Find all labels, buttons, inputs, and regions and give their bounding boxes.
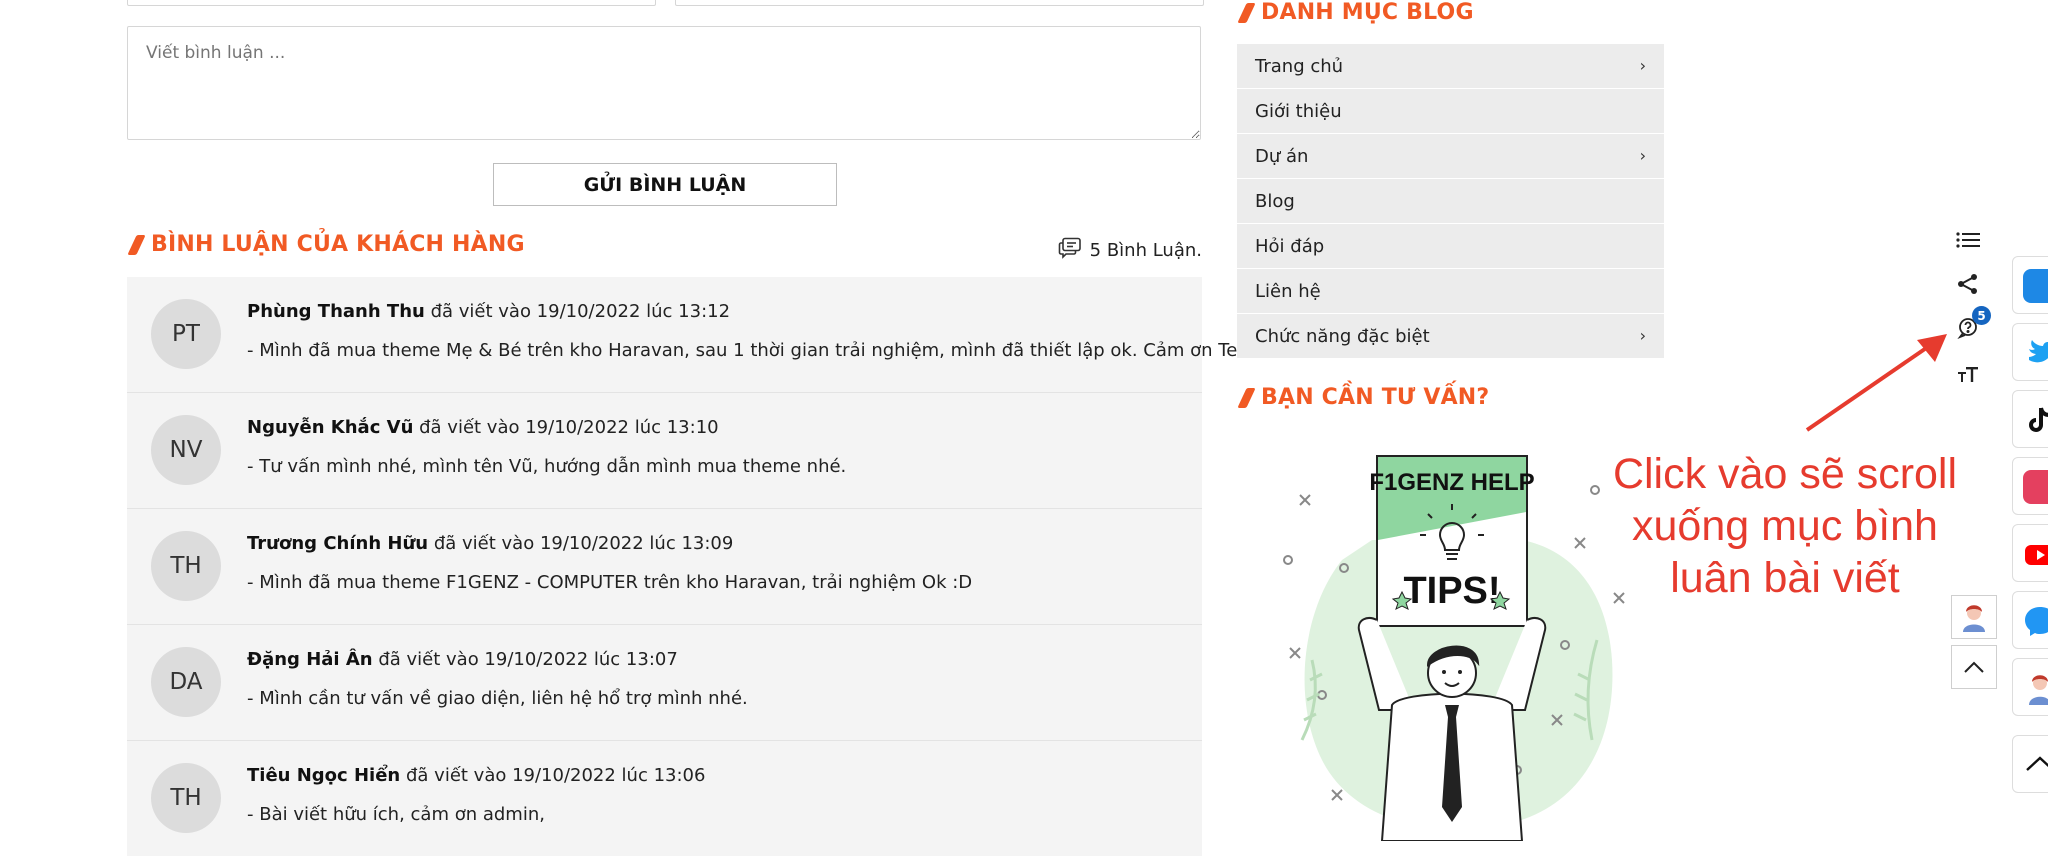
chevron-right-icon: › [1639,56,1646,75]
menu-item-trang-chu[interactable]: Trang chủ › [1237,44,1664,89]
comment-author: Phùng Thanh Thu [247,301,425,322]
scroll-top-button[interactable] [1951,645,1997,689]
comment-header: Phùng Thanh Thu đã viết vào 19/10/2022 l… [247,301,730,322]
comment-count-text: 5 Bình Luận. [1089,240,1202,261]
tiktok-button[interactable] [2012,390,2048,448]
submit-comment-button[interactable]: GỬI BÌNH LUẬN [493,163,837,206]
comment-text: - Mình đã mua theme F1GENZ - COMPUTER tr… [247,572,973,593]
comment-item: TH Trương Chính Hữu đã viết vào 19/10/20… [127,509,1202,625]
comment-header: Tiêu Ngọc Hiển đã viết vào 19/10/2022 lú… [247,765,705,786]
comment-header: Trương Chính Hữu đã viết vào 19/10/2022 … [247,533,733,554]
chevron-right-icon: › [1639,146,1646,165]
scroll-top-side-button[interactable] [2012,735,2048,793]
chevron-up-icon [1964,661,1984,673]
menu-item-gioi-thieu[interactable]: Giới thiệu [1237,89,1664,134]
chevron-right-icon: › [1639,326,1646,345]
heading-slash-icon [1237,387,1256,408]
comment-item: PT Phùng Thanh Thu đã viết vào 19/10/202… [127,277,1272,393]
instagram-icon [2023,470,2048,504]
menu-item-label: Trang chủ [1255,55,1344,77]
avatar: TH [151,763,221,833]
youtube-icon [2023,537,2048,571]
comment-bubble-icon [1058,237,1082,264]
comment-item: DA Đặng Hải Ân đã viết vào 19/10/2022 lú… [127,625,1202,741]
comments-heading: BÌNH LUẬN CỦA KHÁCH HÀNG [127,232,525,257]
avatar: TH [151,531,221,601]
comment-author: Đặng Hải Ân [247,649,373,670]
menu-item-lien-he[interactable]: Liên hệ [1237,269,1664,314]
heading-slash-icon [1237,2,1256,23]
text-size-icon[interactable] [1954,360,1982,388]
comment-meta: đã viết vào 19/10/2022 lúc 13:07 [378,649,678,670]
menu-item-label: Chức năng đặc biệt [1255,325,1430,347]
blog-category-menu: Trang chủ › Giới thiệu Dự án › Blog Hỏi đá… [1237,44,1664,359]
comment-textarea[interactable] [127,26,1201,140]
scroll-top-icon [2023,748,2048,782]
messenger-button[interactable] [2012,591,2048,649]
sign-bottom-text: TIPS! [1403,570,1500,612]
blog-categories-heading: DANH MỤC BLOG [1237,0,1474,25]
list-icon[interactable] [1954,226,1982,254]
menu-item-label: Giới thiệu [1255,100,1342,122]
menu-item-label: Blog [1255,190,1295,212]
share-icon[interactable] [1954,270,1982,298]
zalo-button[interactable] [2012,256,2048,314]
comment-count: 5 Bình Luận. [1058,237,1202,264]
twitter-button[interactable] [2012,323,2048,381]
avatar: PT [151,299,221,369]
annotation-arrow [1805,334,1947,432]
comment-text: - Mình cần tư vấn về giao diện, liên hệ … [247,688,748,709]
comment-badge: 5 [1972,306,1991,325]
comment-author: Tiêu Ngọc Hiển [247,765,401,786]
support-avatar-icon [1963,605,1985,632]
comment-meta: đã viết vào 19/10/2022 lúc 13:09 [433,533,734,554]
menu-item-hoi-dap[interactable]: Hỏi đáp [1237,224,1664,269]
comments-heading-text: BÌNH LUẬN CỦA KHÁCH HÀNG [151,232,525,257]
comment-meta: đã viết vào 19/10/2022 lúc 13:12 [430,301,731,322]
annotation-text: Click vào sẽ scroll xuống mục bình luân … [1612,450,1958,602]
support-avatar-icon [2023,671,2048,705]
comment-text: - Mình đã mua theme Mẹ & Bé trên kho Har… [247,340,1272,361]
youtube-button[interactable] [2012,524,2048,582]
blog-categories-heading-text: DANH MỤC BLOG [1261,0,1474,25]
comment-author: Trương Chính Hữu [247,533,429,554]
instagram-button[interactable] [2012,457,2048,515]
tiktok-icon [2023,403,2048,437]
menu-item-label: Hỏi đáp [1255,235,1325,257]
menu-item-du-an[interactable]: Dự án › [1237,134,1664,179]
comment-text: - Tư vấn mình nhé, mình tên Vũ, hướng dẫ… [247,456,847,477]
menu-item-label: Dự án [1255,145,1309,167]
messenger-icon [2023,604,2048,638]
comment-header: Đặng Hải Ân đã viết vào 19/10/2022 lúc 1… [247,649,678,670]
comment-author: Nguyễn Khắc Vũ [247,417,414,438]
consult-heading-text: BẠN CẦN TƯ VẤN? [1261,385,1490,410]
heading-slash-icon [127,234,146,255]
comment-item: NV Nguyễn Khắc Vũ đã viết vào 19/10/2022… [127,393,1202,509]
avatar: NV [151,415,221,485]
name-input[interactable] [127,0,656,6]
consult-heading: BẠN CẦN TƯ VẤN? [1237,385,1490,410]
support-avatar-button[interactable] [1951,595,1997,639]
support-avatar-side-button[interactable] [2012,658,2048,716]
comment-text: - Bài viết hữu ích, cảm ơn admin, [247,804,545,825]
menu-item-label: Liên hệ [1255,280,1321,302]
help-illustration: F1GENZ HELP TIPS! [1283,455,1625,841]
twitter-icon [2023,336,2048,370]
menu-item-chuc-nang[interactable]: Chức năng đặc biệt › [1237,314,1664,359]
avatar: DA [151,647,221,717]
comment-meta: đã viết vào 19/10/2022 lúc 13:06 [405,765,706,786]
comment-item: TH Tiêu Ngọc Hiển đã viết vào 19/10/2022… [127,741,1202,856]
email-input[interactable] [675,0,1204,6]
comment-header: Nguyễn Khắc Vũ đã viết vào 19/10/2022 lú… [247,417,719,438]
sign-top-text: F1GENZ HELP [1369,469,1534,496]
menu-item-blog[interactable]: Blog [1237,179,1664,224]
comment-meta: đã viết vào 19/10/2022 lúc 13:10 [419,417,719,438]
zalo-icon [2023,269,2048,303]
comments-list: PT Phùng Thanh Thu đã viết vào 19/10/202… [127,277,1272,856]
